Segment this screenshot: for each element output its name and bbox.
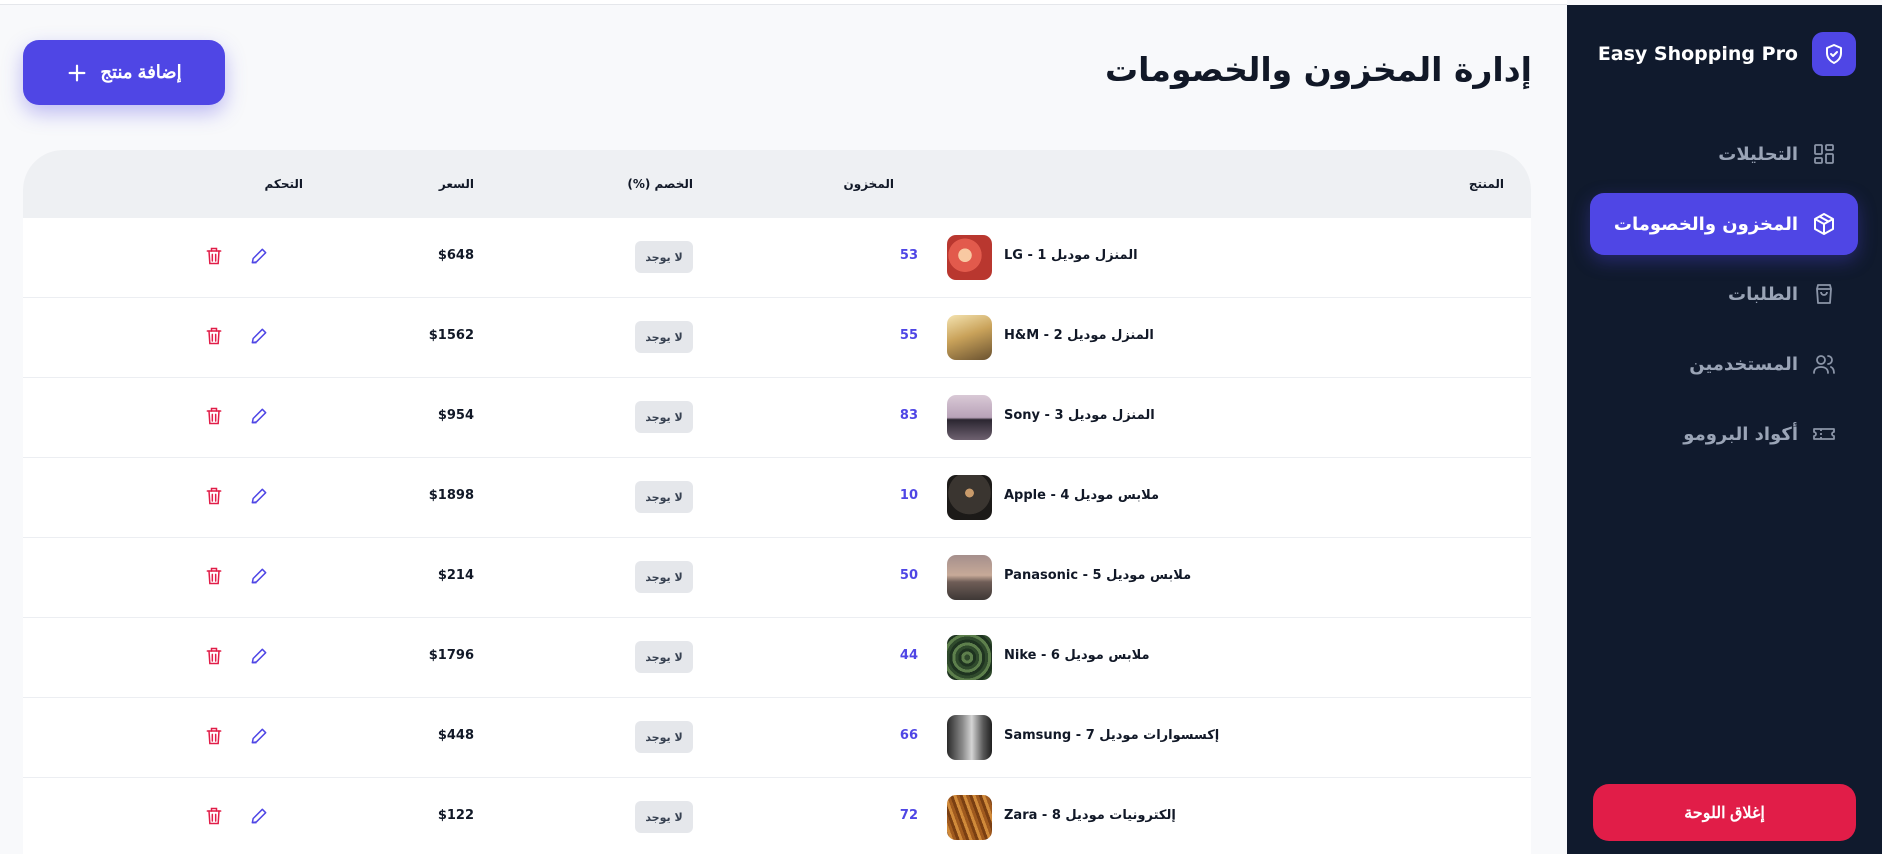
discount-badge: لا يوجد xyxy=(635,721,693,753)
trash-icon[interactable] xyxy=(204,246,224,266)
trash-icon[interactable] xyxy=(204,806,224,826)
sidebar-item-analytics[interactable]: التحليلات xyxy=(1590,123,1858,185)
stock-value: 72 xyxy=(899,808,918,823)
stock-value: 55 xyxy=(899,328,918,343)
product-name: Samsung - إكسسوارات موديل 7 xyxy=(1004,728,1220,743)
table-row: Panasonic - ملابس موديل 5 50 لا يوجد $21… xyxy=(23,538,1531,618)
product-name: Nike - ملابس موديل 6 xyxy=(1004,648,1150,663)
price-value: $448 xyxy=(437,728,474,743)
edit-icon[interactable] xyxy=(249,486,269,506)
column-product: المنتج xyxy=(1468,177,1504,191)
top-border xyxy=(0,0,1567,5)
products-table: المنتج المخزون الخصم (%) السعر التحكم LG… xyxy=(23,150,1531,854)
table-row: Apple - ملابس موديل 4 10 لا يوجد $1898 xyxy=(23,458,1531,538)
product-thumbnail xyxy=(947,475,992,520)
ticket-icon xyxy=(1813,428,1835,440)
shield-icon xyxy=(1812,32,1856,76)
product-name: Sony - المنزل موديل 3 xyxy=(1004,408,1155,423)
box-icon xyxy=(1814,213,1834,235)
sidebar-nav: التحليلات المخزون والخصومات الطلبات المس… xyxy=(1590,123,1858,473)
edit-icon[interactable] xyxy=(249,726,269,746)
product-name: Zara - إلكترونيات موديل 8 xyxy=(1004,808,1176,823)
column-stock: المخزون xyxy=(843,177,894,191)
discount-badge: لا يوجد xyxy=(635,561,693,593)
sidebar-item-users[interactable]: المستخدمين xyxy=(1590,333,1858,395)
brand-name: Easy Shopping Pro xyxy=(1597,43,1798,65)
price-value: $1562 xyxy=(428,328,474,343)
sidebar-item-label: أكواد البرومو xyxy=(1683,423,1798,445)
edit-icon[interactable] xyxy=(249,246,269,266)
price-value: $1898 xyxy=(428,488,474,503)
product-thumbnail xyxy=(947,795,992,840)
discount-badge: لا يوجد xyxy=(635,321,693,353)
edit-icon[interactable] xyxy=(249,566,269,586)
table-header: المنتج المخزون الخصم (%) السعر التحكم xyxy=(23,150,1531,218)
product-thumbnail xyxy=(947,555,992,600)
edit-icon[interactable] xyxy=(249,326,269,346)
stock-value: 83 xyxy=(899,408,918,423)
trash-icon[interactable] xyxy=(204,406,224,426)
price-value: $122 xyxy=(437,808,474,823)
edit-icon[interactable] xyxy=(249,806,269,826)
discount-badge: لا يوجد xyxy=(635,241,693,273)
product-name: Panasonic - ملابس موديل 5 xyxy=(1004,568,1192,583)
trash-icon[interactable] xyxy=(204,726,224,746)
sidebar-item-promo-codes[interactable]: أكواد البرومو xyxy=(1590,403,1858,465)
column-price: السعر xyxy=(438,177,474,191)
table-row: Zara - إلكترونيات موديل 8 72 لا يوجد $12… xyxy=(23,778,1531,854)
price-value: $648 xyxy=(437,248,474,263)
price-value: $214 xyxy=(437,568,474,583)
stock-value: 53 xyxy=(899,248,918,263)
edit-icon[interactable] xyxy=(249,406,269,426)
product-thumbnail xyxy=(947,635,992,680)
sidebar-item-orders[interactable]: الطلبات xyxy=(1590,263,1858,325)
sidebar-item-label: التحليلات xyxy=(1718,143,1798,165)
discount-badge: لا يوجد xyxy=(635,481,693,513)
product-thumbnail xyxy=(947,235,992,280)
users-icon xyxy=(1813,355,1835,374)
discount-badge: لا يوجد xyxy=(635,401,693,433)
sidebar: Easy Shopping Pro التحليلات المخزون والخ… xyxy=(1567,5,1882,854)
product-name: H&M - المنزل موديل 2 xyxy=(1004,328,1154,343)
column-discount: الخصم (%) xyxy=(627,177,693,191)
price-value: $1796 xyxy=(428,648,474,663)
sidebar-item-label: الطلبات xyxy=(1727,283,1798,305)
trash-icon[interactable] xyxy=(204,566,224,586)
sidebar-item-inventory[interactable]: المخزون والخصومات xyxy=(1590,193,1858,255)
table-row: Nike - ملابس موديل 6 44 لا يوجد $1796 xyxy=(23,618,1531,698)
discount-badge: لا يوجد xyxy=(635,801,693,833)
product-thumbnail xyxy=(947,315,992,360)
column-actions: التحكم xyxy=(264,177,303,191)
price-value: $954 xyxy=(437,408,474,423)
trash-icon[interactable] xyxy=(204,326,224,346)
product-thumbnail xyxy=(947,395,992,440)
stock-value: 10 xyxy=(899,488,918,503)
stock-value: 50 xyxy=(899,568,918,583)
edit-icon[interactable] xyxy=(249,646,269,666)
sidebar-item-label: المخزون والخصومات xyxy=(1613,213,1798,235)
plus-icon xyxy=(68,64,86,81)
table-row: Sony - المنزل موديل 3 83 لا يوجد $954 xyxy=(23,378,1531,458)
stock-value: 44 xyxy=(899,648,918,663)
discount-badge: لا يوجد xyxy=(635,641,693,673)
trash-icon[interactable] xyxy=(204,646,224,666)
table-row: LG - المنزل موديل 1 53 لا يوجد $648 xyxy=(23,218,1531,298)
product-name: Apple - ملابس موديل 4 xyxy=(1004,488,1160,503)
product-name: LG - المنزل موديل 1 xyxy=(1004,248,1138,263)
stock-value: 66 xyxy=(899,728,918,743)
page-title: إدارة المخزون والخصومات xyxy=(1104,50,1532,89)
grid-icon xyxy=(1814,144,1834,164)
table-body: LG - المنزل موديل 1 53 لا يوجد $648 H&M … xyxy=(23,218,1531,854)
brand: Easy Shopping Pro xyxy=(1598,32,1856,76)
trash-icon[interactable] xyxy=(204,486,224,506)
table-row: Samsung - إكسسوارات موديل 7 66 لا يوجد $… xyxy=(23,698,1531,778)
add-product-label: إضافة منتج xyxy=(100,62,182,82)
sidebar-item-label: المستخدمين xyxy=(1689,353,1798,375)
shopping-bag-icon xyxy=(1816,284,1832,304)
close-panel-button[interactable]: إغلاق اللوحة xyxy=(1593,784,1856,841)
product-thumbnail xyxy=(947,715,992,760)
add-product-button[interactable]: إضافة منتج xyxy=(23,40,225,105)
table-row: H&M - المنزل موديل 2 55 لا يوجد $1562 xyxy=(23,298,1531,378)
